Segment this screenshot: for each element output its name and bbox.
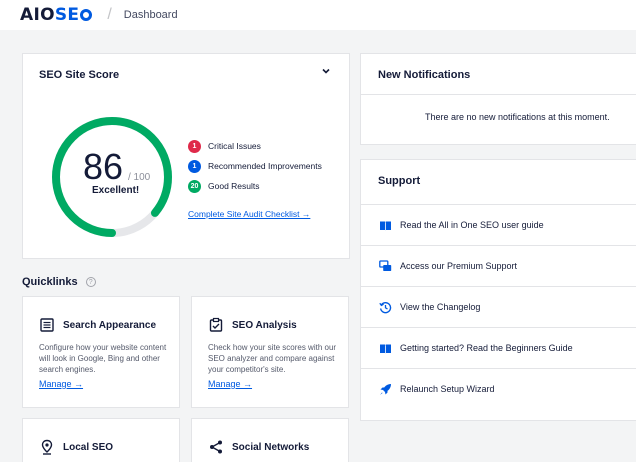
support-item-changelog[interactable]: View the Changelog [361, 286, 636, 327]
support-title: Support [378, 175, 421, 187]
support-card: Support Read the All in One SEO user gui… [360, 159, 636, 421]
top-bar: AIO SE / Dashboard [0, 0, 636, 30]
score-legend: 1 Critical Issues 1 Recommended Improvem… [188, 136, 322, 196]
support-item-beginners-guide[interactable]: Getting started? Read the Beginners Guid… [361, 327, 636, 368]
support-item-label: Read the All in One SEO user guide [400, 220, 544, 230]
support-item-premium-support[interactable]: Access our Premium Support [361, 245, 636, 286]
quicklink-description: Configure how your website content will … [39, 343, 167, 374]
history-icon [379, 301, 392, 313]
quicklink-title: Search Appearance [63, 319, 157, 331]
divider [361, 94, 636, 95]
critical-count-badge: 1 [188, 139, 201, 153]
book-icon [380, 221, 391, 231]
quicklink-search-appearance[interactable]: Search Appearance Configure how your web… [22, 296, 180, 408]
legend-good: 20 Good Results [188, 176, 322, 196]
manage-link[interactable]: Manage → [39, 379, 83, 389]
score-card-title: SEO Site Score [39, 69, 120, 81]
logo-gear-icon [80, 9, 93, 21]
share-icon [210, 440, 222, 454]
legend-recommended-label: Recommended Improvements [208, 161, 322, 171]
quicklink-local-seo[interactable]: Local SEO [22, 418, 180, 462]
chevron-down-icon[interactable] [321, 66, 331, 76]
seo-analysis-icon [209, 317, 223, 332]
notifications-title: New Notifications [378, 69, 471, 81]
notifications-empty-message: There are no new notifications at this m… [425, 112, 610, 122]
quicklink-description: Check how your site scores with our SEO … [208, 343, 337, 374]
support-item-label: Relaunch Setup Wizard [400, 384, 495, 394]
manage-link[interactable]: Manage → [208, 379, 252, 389]
complete-audit-link[interactable]: Complete Site Audit Checklist → [188, 209, 310, 219]
aioseo-logo[interactable]: AIO SE [20, 5, 93, 25]
book-icon [380, 344, 391, 354]
quicklinks-heading: Quicklinks ? [22, 276, 96, 288]
legend-critical: 1 Critical Issues [188, 136, 322, 156]
quicklink-title: Social Networks [232, 441, 310, 453]
support-item-setup-wizard[interactable]: Relaunch Setup Wizard [361, 368, 636, 409]
support-item-label: Getting started? Read the Beginners Guid… [400, 343, 573, 353]
help-icon[interactable]: ? [85, 277, 96, 287]
quicklink-social-networks[interactable]: Social Networks [191, 418, 349, 462]
rocket-icon [380, 383, 391, 395]
score-value: 86 [83, 146, 124, 187]
quicklink-title: Local SEO [63, 441, 114, 453]
score-max: / 100 [128, 172, 151, 183]
search-appearance-icon [40, 318, 54, 332]
chat-icon [379, 259, 392, 271]
quicklink-seo-analysis[interactable]: SEO Analysis Check how your site scores … [191, 296, 349, 408]
support-item-label: View the Changelog [400, 302, 481, 312]
location-pin-icon [41, 439, 53, 455]
notifications-card: New Notifications There are no new notif… [360, 53, 636, 145]
legend-good-label: Good Results [208, 181, 260, 191]
quicklinks-title: Quicklinks [22, 276, 78, 288]
quicklink-title: SEO Analysis [232, 319, 297, 331]
legend-critical-label: Critical Issues [208, 141, 261, 151]
good-count-badge: 20 [188, 179, 201, 193]
recommended-count-badge: 1 [188, 159, 201, 173]
breadcrumb-separator: / [107, 6, 112, 23]
seo-site-score-card: SEO Site Score 86 / 100 Excellent! 1 Cri… [22, 53, 350, 259]
breadcrumb-dashboard: Dashboard [123, 9, 178, 21]
legend-recommended: 1 Recommended Improvements [188, 156, 322, 176]
score-rating: Excellent! [92, 185, 140, 196]
support-item-user-guide[interactable]: Read the All in One SEO user guide [361, 204, 636, 245]
support-item-label: Access our Premium Support [400, 261, 518, 271]
logo-text-seo: SE [55, 5, 93, 25]
logo-text-prefix: AIO [20, 5, 55, 25]
